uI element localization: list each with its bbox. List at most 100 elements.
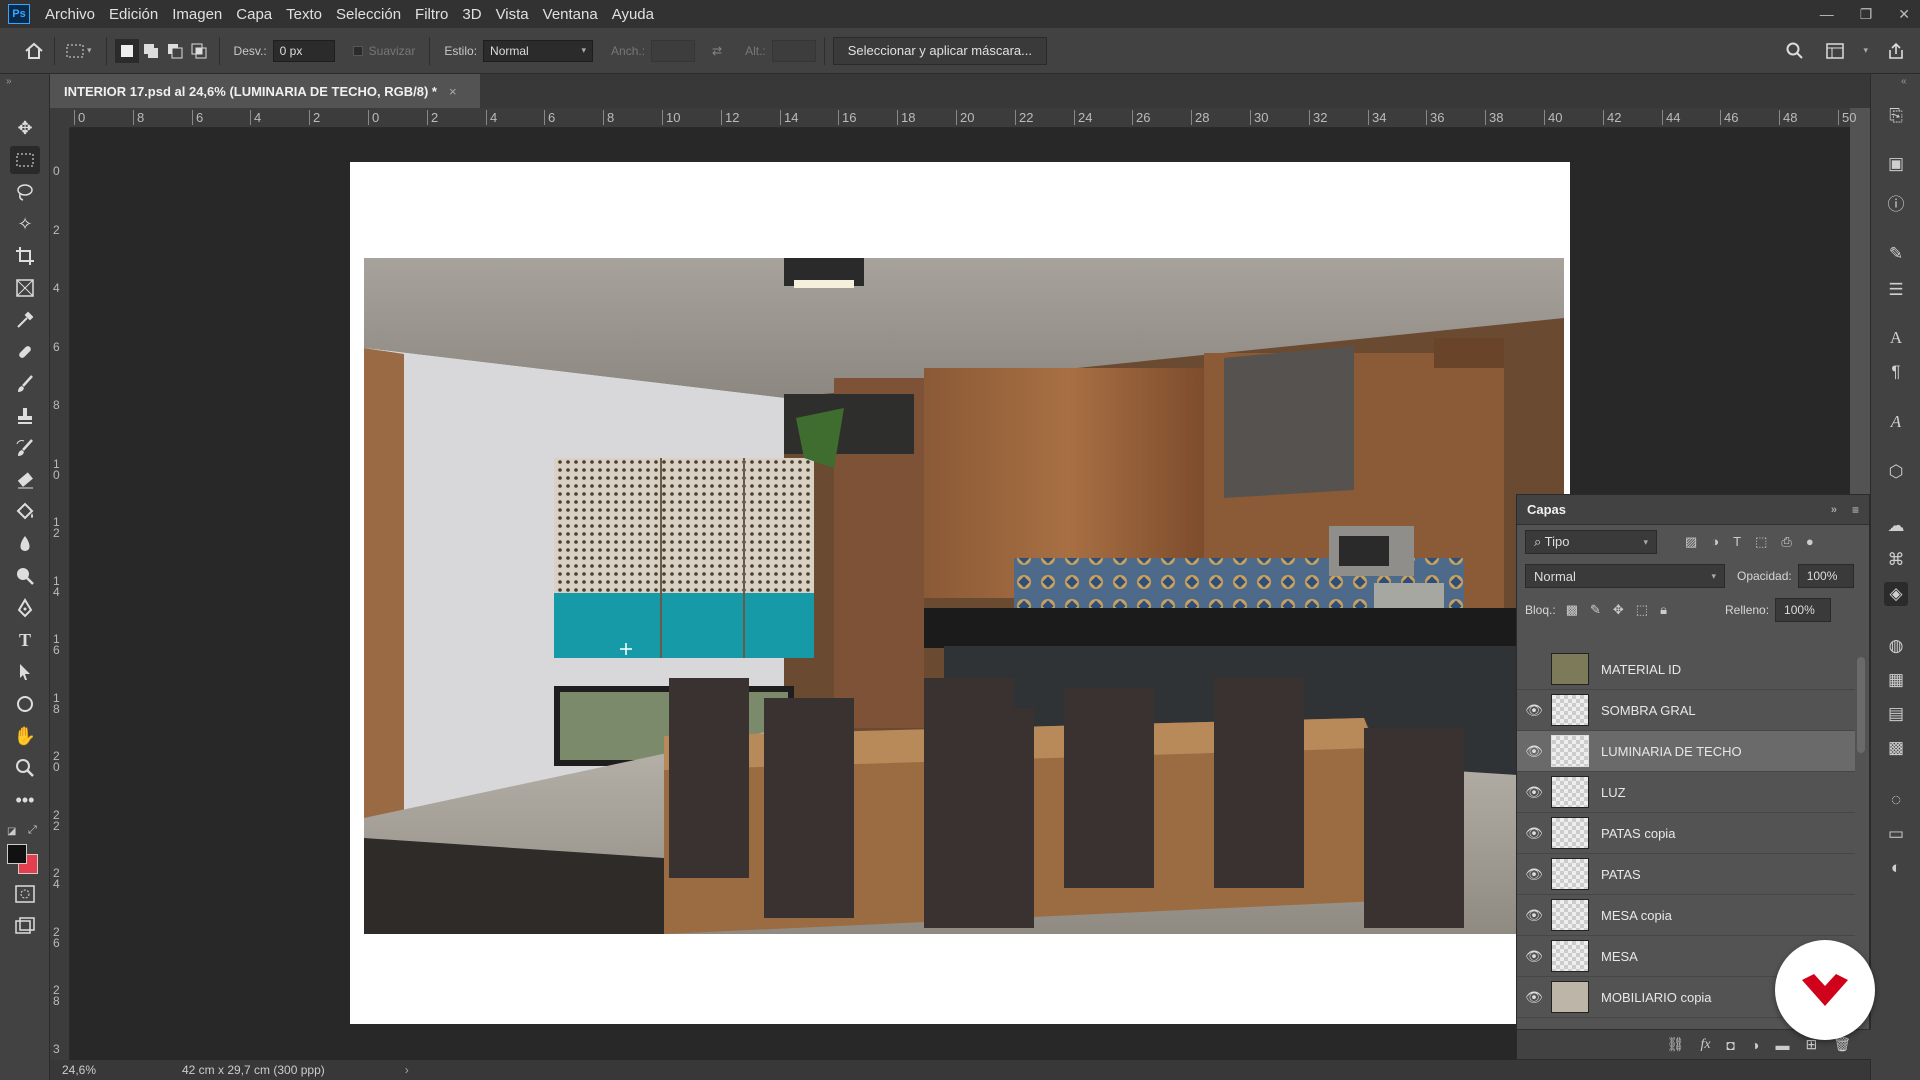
- properties-icon[interactable]: ▭: [1884, 822, 1908, 846]
- eyedropper-tool-icon[interactable]: [10, 306, 40, 334]
- filter-adjustment-icon[interactable]: ◑: [1711, 534, 1719, 550]
- marquee-tool-preset-icon[interactable]: [63, 39, 87, 63]
- blur-tool-icon[interactable]: [10, 530, 40, 558]
- eye-icon[interactable]: 👁︎: [1517, 948, 1551, 965]
- gradients-icon[interactable]: ▤: [1884, 702, 1908, 726]
- collapse-panel-icon[interactable]: »: [1831, 504, 1837, 516]
- brush-tool-icon[interactable]: [10, 370, 40, 398]
- color-icon[interactable]: ◍: [1884, 634, 1908, 658]
- horizontal-ruler[interactable]: 0 8 6 4 2 0 2 4 6 8 10 12 14 16 18 20 22 24 26 28 30 32 34 36 38…: [70, 108, 1856, 128]
- swap-colors-icon[interactable]: ⤢: [28, 824, 37, 837]
- menu-3d[interactable]: 3D: [455, 6, 488, 23]
- layer-row[interactable]: 👁︎ MESA copia: [1517, 895, 1855, 936]
- fill-input[interactable]: 100%: [1775, 598, 1832, 622]
- eye-icon[interactable]: 👁︎: [1517, 743, 1551, 760]
- path-selection-tool-icon[interactable]: [10, 658, 40, 686]
- opacity-input[interactable]: 100%: [1797, 564, 1854, 588]
- layers-icon[interactable]: ◈: [1884, 582, 1908, 606]
- home-icon[interactable]: [22, 39, 46, 63]
- eye-icon[interactable]: 👁︎: [1517, 784, 1551, 801]
- lock-image-icon[interactable]: ✎: [1590, 602, 1601, 618]
- chevron-down-icon[interactable]: ▾: [1863, 45, 1868, 56]
- eye-icon[interactable]: 👁︎: [1517, 702, 1551, 719]
- zoom-level[interactable]: 24,6%: [62, 1063, 152, 1077]
- add-selection-icon[interactable]: [139, 39, 163, 63]
- subtract-selection-icon[interactable]: [163, 39, 187, 63]
- lock-artboard-icon[interactable]: ⬚: [1636, 602, 1648, 618]
- default-colors-icon[interactable]: ◪: [7, 826, 16, 837]
- layer-row[interactable]: MATERIAL ID: [1517, 649, 1855, 690]
- paragraph-icon[interactable]: ¶: [1884, 360, 1908, 384]
- dodge-tool-icon[interactable]: [10, 562, 40, 590]
- pen-tool-icon[interactable]: [10, 594, 40, 622]
- menu-vista[interactable]: Vista: [489, 6, 536, 23]
- lasso-tool-icon[interactable]: [10, 178, 40, 206]
- menu-imagen[interactable]: Imagen: [165, 6, 229, 23]
- channels-icon[interactable]: ☁: [1884, 514, 1908, 538]
- layer-row[interactable]: 👁︎ LUZ: [1517, 772, 1855, 813]
- status-menu-arrow[interactable]: ›: [405, 1063, 409, 1077]
- eye-icon[interactable]: 👁︎: [1517, 825, 1551, 842]
- collapse-panel-icon[interactable]: «: [1901, 76, 1907, 87]
- feather-input[interactable]: 0 px: [272, 39, 335, 62]
- history-brush-tool-icon[interactable]: [10, 434, 40, 462]
- clone-stamp-tool-icon[interactable]: [10, 402, 40, 430]
- screen-mode-icon[interactable]: [10, 912, 40, 940]
- vertical-ruler[interactable]: 0 2 4 6 8 1 0 1 2 1 4 1 6 1 8 2 0 2 2 2 4 2 6 2 8 3: [50, 128, 70, 1060]
- glyphs-icon[interactable]: A: [1884, 410, 1908, 434]
- menu-archivo[interactable]: Archivo: [38, 6, 102, 23]
- layers-panel-title[interactable]: Capas: [1527, 502, 1566, 517]
- 3d-icon[interactable]: ⬡: [1884, 460, 1908, 484]
- healing-brush-tool-icon[interactable]: [10, 338, 40, 366]
- layer-filter-select[interactable]: ⌕ Tipo ▾: [1525, 530, 1657, 554]
- menu-capa[interactable]: Capa: [229, 6, 279, 23]
- foreground-color-swatch[interactable]: [7, 844, 27, 864]
- more-tools-icon[interactable]: •••: [10, 786, 40, 814]
- info-icon[interactable]: ⓘ: [1884, 190, 1908, 214]
- new-selection-icon[interactable]: [114, 38, 139, 63]
- layer-row-selected[interactable]: 👁︎ LUMINARIA DE TECHO: [1517, 731, 1855, 772]
- document-canvas[interactable]: [350, 162, 1570, 1024]
- search-icon[interactable]: [1783, 39, 1807, 63]
- collapse-panel-icon[interactable]: »: [6, 76, 12, 87]
- link-layers-icon[interactable]: ⛓︎: [1667, 1036, 1685, 1053]
- new-group-icon[interactable]: ▬: [1775, 1037, 1789, 1053]
- style-select[interactable]: Normal ▾: [483, 39, 594, 62]
- close-tab-icon[interactable]: ×: [449, 84, 457, 99]
- filter-type-icon[interactable]: T: [1733, 534, 1741, 550]
- move-tool-icon[interactable]: ✥: [10, 114, 40, 142]
- hand-tool-icon[interactable]: ✋: [10, 722, 40, 750]
- panel-menu-icon[interactable]: ≡: [1852, 503, 1859, 517]
- filter-toggle-icon[interactable]: ●: [1806, 534, 1814, 550]
- layer-row[interactable]: 👁︎ SOMBRA GRAL: [1517, 690, 1855, 731]
- new-adjustment-layer-icon[interactable]: ◑: [1751, 1037, 1759, 1053]
- menu-ayuda[interactable]: Ayuda: [605, 6, 661, 23]
- zoom-tool-icon[interactable]: [10, 754, 40, 782]
- select-and-mask-button[interactable]: Seleccionar y aplicar máscara...: [832, 36, 1047, 65]
- character-icon[interactable]: A: [1884, 326, 1908, 350]
- menu-ventana[interactable]: Ventana: [536, 6, 605, 23]
- layer-row[interactable]: 👁︎ PATAS: [1517, 854, 1855, 895]
- close-window-icon[interactable]: ✕: [1898, 6, 1910, 23]
- workspace-icon[interactable]: [1823, 39, 1847, 63]
- layers-scrollbar[interactable]: [1857, 657, 1865, 753]
- eye-icon[interactable]: 👁︎: [1517, 989, 1551, 1006]
- eye-icon[interactable]: 👁︎: [1517, 907, 1551, 924]
- quick-mask-icon[interactable]: [10, 880, 40, 908]
- type-tool-icon[interactable]: T: [10, 626, 40, 654]
- share-icon[interactable]: [1884, 39, 1908, 63]
- filter-pixel-icon[interactable]: ▨: [1685, 534, 1697, 550]
- intersect-selection-icon[interactable]: [187, 39, 211, 63]
- swap-dimensions-icon[interactable]: ⇄: [705, 39, 729, 63]
- height-input[interactable]: [771, 39, 816, 62]
- brush-settings-icon[interactable]: ✎: [1884, 242, 1908, 266]
- layer-style-icon[interactable]: fx: [1700, 1037, 1710, 1053]
- history-icon[interactable]: ⎘: [1884, 104, 1908, 128]
- add-mask-icon[interactable]: ◘: [1727, 1037, 1735, 1053]
- restore-icon[interactable]: ❐: [1860, 6, 1873, 23]
- chevron-down-icon[interactable]: ▾: [87, 45, 92, 56]
- swatches-icon[interactable]: ▦: [1884, 668, 1908, 692]
- lock-transparent-icon[interactable]: ▩: [1566, 602, 1578, 618]
- libraries-icon[interactable]: ▣: [1884, 152, 1908, 176]
- filter-smart-object-icon[interactable]: ⎙: [1781, 534, 1791, 550]
